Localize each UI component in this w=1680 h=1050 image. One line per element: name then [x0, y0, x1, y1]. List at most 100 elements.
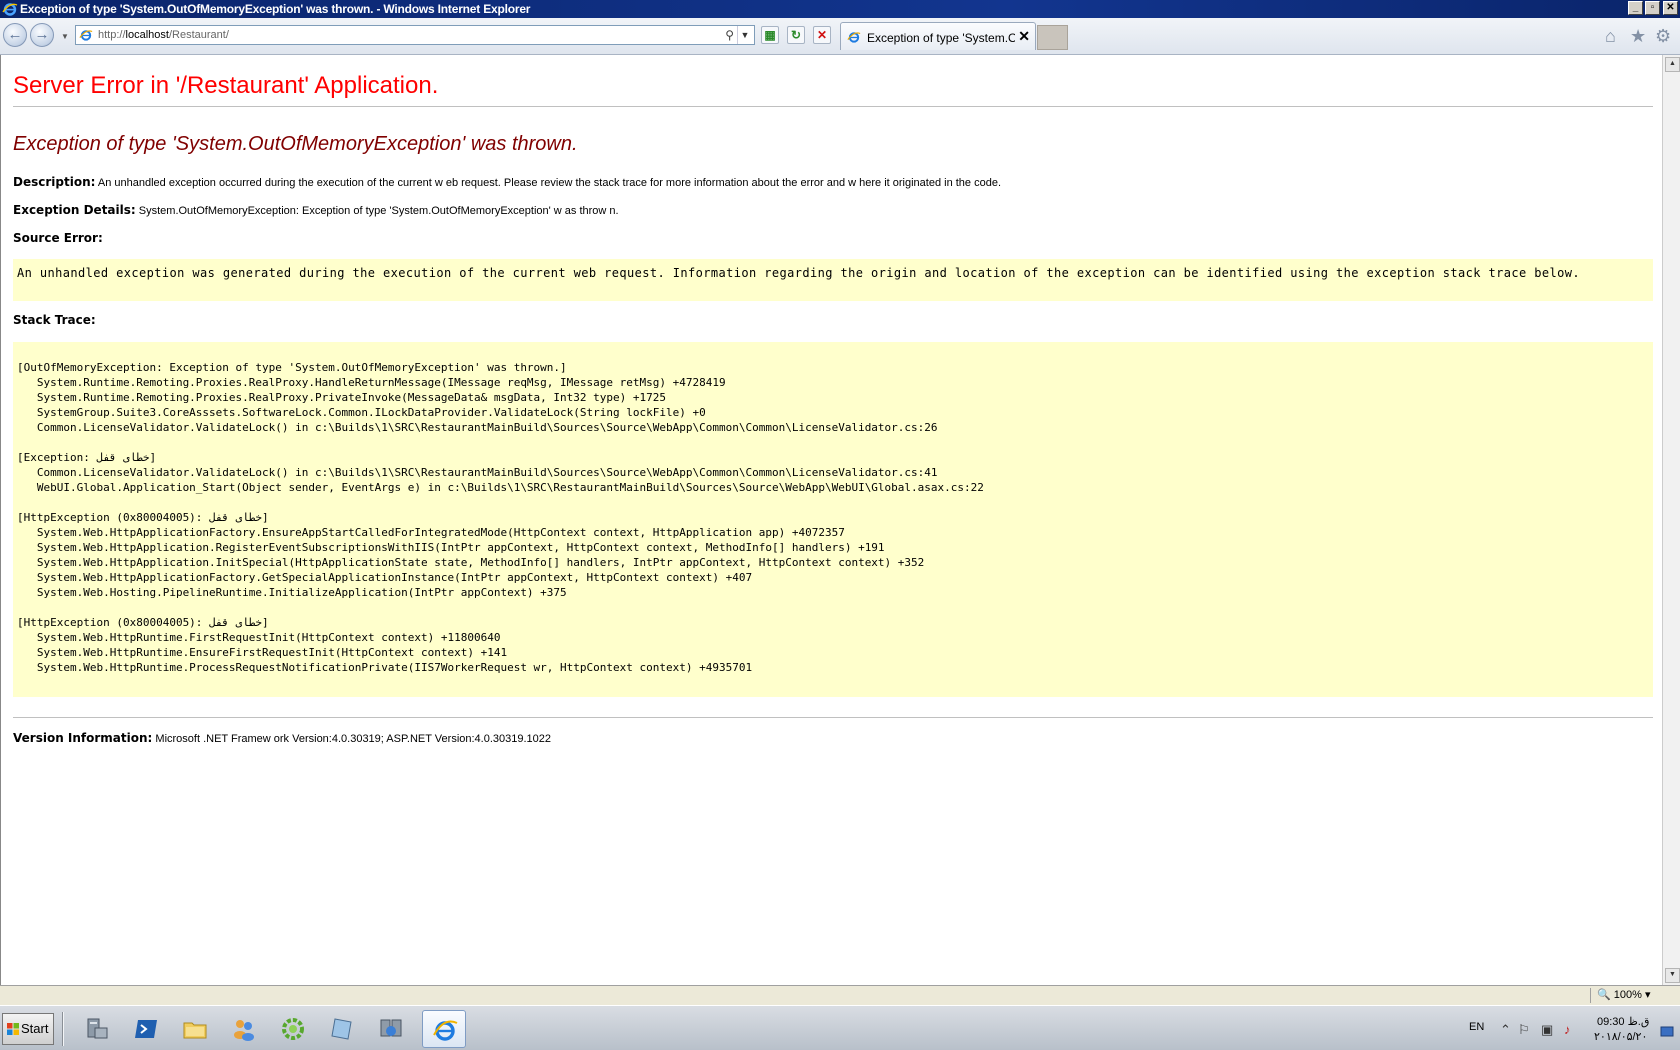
taskbar-item-services[interactable]	[271, 1010, 315, 1048]
zoom-icon: 🔍	[1597, 989, 1611, 1001]
stack-trace-line: [HttpException (0x80004005): خطای قفل]	[17, 511, 269, 524]
stop-button[interactable]: ✕	[813, 26, 831, 44]
stack-trace-line	[17, 600, 984, 615]
url-text[interactable]: http://localhost/Restaurant/	[98, 29, 229, 41]
minimize-button[interactable]: _	[1628, 1, 1643, 15]
network-tray-icon[interactable]: ▣	[1541, 1022, 1553, 1038]
stack-trace-box: [OutOfMemoryException: Exception of type…	[13, 342, 1653, 697]
description-text: An unhandled exception occurred during t…	[97, 177, 1002, 189]
action-center-flag-icon[interactable]: ⚐	[1518, 1022, 1530, 1038]
source-error-heading: Source Error:	[13, 231, 103, 245]
stack-trace-line	[17, 495, 984, 510]
taskbar-item-server-manager[interactable]	[75, 1010, 119, 1048]
exception-details-text: System.OutOfMemoryException: Exception o…	[138, 205, 619, 217]
zoom-level: 100%	[1613, 989, 1642, 1001]
taskbar-item-document[interactable]	[320, 1010, 364, 1048]
back-button[interactable]: ←	[3, 23, 27, 47]
search-icon[interactable]: ⚲	[725, 28, 734, 42]
page-title: Server Error in '/Restaurant' Applicatio…	[13, 72, 439, 99]
clock-date[interactable]: ۲۰۱۸/۰۵/۲۰	[1594, 1030, 1647, 1043]
server-manager-icon	[87, 1018, 108, 1039]
refresh-button[interactable]: ↻	[787, 26, 805, 44]
zoom-control[interactable]: 🔍 100% ▾	[1590, 988, 1651, 1003]
forward-button[interactable]: →	[30, 23, 54, 47]
arrow-right-icon: →	[34, 26, 50, 43]
exception-details-line: Exception Details: System.OutOfMemoryExc…	[13, 203, 619, 217]
tab-label: Exception of type 'System.O...	[867, 31, 1015, 45]
stack-trace-line: System.Web.HttpRuntime.EnsureFirstReques…	[17, 646, 508, 659]
ie-tab-icon	[847, 32, 861, 43]
tab-active[interactable]: Exception of type 'System.O... ✕	[840, 22, 1036, 50]
stack-trace-line	[17, 435, 984, 450]
volume-muted-icon[interactable]: ♪	[1564, 1022, 1571, 1037]
new-tab-button[interactable]	[1037, 25, 1068, 50]
source-error-box: An unhandled exception was generated dur…	[13, 259, 1653, 301]
version-information-line: Version Information: Microsoft .NET Fram…	[13, 731, 551, 745]
page-content: Server Error in '/Restaurant' Applicatio…	[0, 55, 1662, 985]
gear-icon[interactable]: ⚙	[1655, 27, 1671, 45]
description-line: Description: An unhandled exception occu…	[13, 175, 1001, 189]
arrow-left-icon: ←	[7, 26, 23, 43]
url-path: /Restaurant/	[168, 29, 229, 41]
title-bar: Exception of type 'System.OutOfMemoryExc…	[0, 0, 1680, 18]
close-window-button[interactable]: ✕	[1663, 1, 1678, 15]
document-icon	[331, 1018, 352, 1040]
source-error-label: Source Error:	[13, 231, 103, 245]
version-text: Microsoft .NET Framew ork Version:4.0.30…	[155, 733, 552, 745]
address-bar[interactable]: http://localhost/Restaurant/ ⚲ ▼	[75, 25, 755, 45]
scroll-down-arrow-icon[interactable]: ▼	[1665, 968, 1680, 983]
stack-trace-line: System.Web.HttpApplication.InitSpecial(H…	[17, 556, 925, 569]
ie-logo-icon	[433, 1020, 458, 1041]
show-hidden-icons-icon[interactable]: ⌃	[1500, 1022, 1511, 1038]
status-bar: 🔍 100% ▾	[0, 985, 1680, 1005]
network-icon	[380, 1019, 402, 1037]
maximize-button[interactable]: ▫	[1645, 1, 1660, 15]
recent-pages-dropdown[interactable]: ▼	[61, 32, 69, 41]
taskbar-item-internet-explorer[interactable]	[422, 1010, 466, 1048]
description-label: Description:	[13, 175, 96, 189]
divider	[13, 717, 1653, 718]
url-host: localhost	[125, 29, 169, 41]
windows-logo-icon	[7, 1023, 19, 1035]
stack-trace-line: [Exception: خطای قفل]	[17, 451, 157, 464]
star-icon[interactable]: ★	[1630, 27, 1646, 45]
taskbar-item-file-explorer[interactable]	[173, 1010, 217, 1048]
url-scheme: http://	[98, 29, 126, 41]
stack-trace-line: System.Web.HttpApplicationFactory.GetSpe…	[17, 571, 753, 584]
stack-trace-line: [HttpException (0x80004005): خطای قفل]	[17, 616, 269, 629]
stack-trace-heading: Stack Trace:	[13, 313, 96, 327]
navigation-bar: ← → ▼ http://localhost/Restaurant/ ⚲ ▼ ▦…	[0, 18, 1680, 55]
taskbar: Start EN ⌃ ⚐ ▣ ♪ 09:30 ق.ظ ۲۰۱۸/۰۵/۲۰	[0, 1005, 1680, 1050]
start-button[interactable]: Start	[2, 1013, 54, 1045]
home-icon[interactable]: ⌂	[1605, 27, 1616, 45]
stack-trace-line: Common.LicenseValidator.ValidateLock() i…	[17, 466, 938, 479]
language-indicator[interactable]: EN	[1469, 1021, 1484, 1033]
address-dropdown-icon[interactable]: ▼	[737, 26, 752, 44]
zoom-dropdown-icon: ▾	[1644, 989, 1651, 1001]
show-desktop-icon[interactable]	[1660, 1026, 1674, 1038]
stack-trace-line: [OutOfMemoryException: Exception of type…	[17, 361, 567, 374]
compatibility-view-button[interactable]: ▦	[761, 26, 779, 44]
taskbar-item-network[interactable]	[369, 1010, 413, 1048]
vertical-scrollbar[interactable]: ▲ ▼	[1662, 55, 1680, 985]
exception-details-label: Exception Details:	[13, 203, 136, 217]
stack-trace-line: WebUI.Global.Application_Start(Object se…	[17, 481, 984, 494]
exception-title: Exception of type 'System.OutOfMemoryExc…	[13, 133, 578, 155]
stack-trace-line: System.Web.HttpRuntime.ProcessRequestNot…	[17, 661, 753, 674]
ie-logo-icon	[2, 3, 18, 16]
divider	[13, 106, 1653, 107]
taskbar-separator	[62, 1012, 64, 1046]
clock-time[interactable]: 09:30 ق.ظ	[1597, 1015, 1649, 1028]
tab-close-icon[interactable]: ✕	[1018, 28, 1030, 45]
stack-trace-label: Stack Trace:	[13, 313, 96, 327]
stack-trace-line: System.Runtime.Remoting.Proxies.RealProx…	[17, 391, 667, 404]
taskbar-item-users[interactable]	[222, 1010, 266, 1048]
stack-trace-line: System.Web.HttpApplication.RegisterEvent…	[17, 541, 885, 554]
scroll-up-arrow-icon[interactable]: ▲	[1665, 57, 1680, 72]
stack-trace-line: System.Web.HttpRuntime.FirstRequestInit(…	[17, 631, 501, 644]
start-label: Start	[21, 1021, 49, 1036]
gear-icon	[282, 1018, 304, 1040]
taskbar-item-powershell[interactable]	[124, 1010, 168, 1048]
stack-trace-line: SystemGroup.Suite3.CoreAsssets.SoftwareL…	[17, 406, 706, 419]
stack-trace-line: System.Web.Hosting.PipelineRuntime.Initi…	[17, 586, 567, 599]
